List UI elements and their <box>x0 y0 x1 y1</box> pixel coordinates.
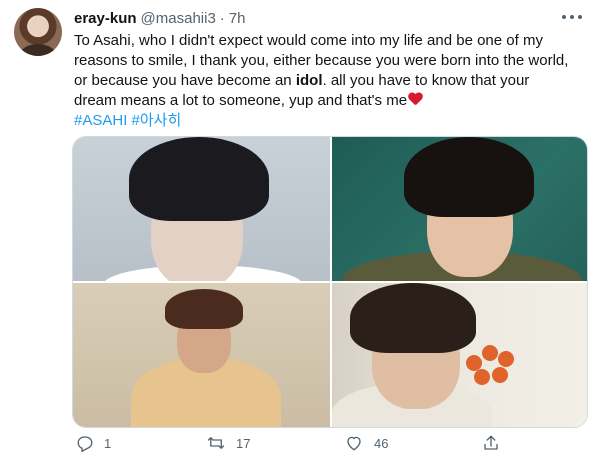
media-grid <box>72 136 588 428</box>
red-heart-emoji-icon <box>408 93 422 106</box>
retweet-button[interactable]: 17 <box>206 434 250 452</box>
avatar[interactable] <box>14 8 62 56</box>
tweet[interactable]: eray-kun @masahii3 · 7h To Asahi, who I … <box>0 0 600 461</box>
photo-1-hair <box>129 137 269 221</box>
hashtags[interactable]: #ASAHI #아사히 <box>74 111 586 131</box>
tweet-text: To Asahi, who I didn't expect would come… <box>74 31 586 131</box>
photo-4-hair <box>350 283 476 353</box>
tweet-header: eray-kun @masahii3 · 7h <box>74 8 245 28</box>
share-icon <box>484 435 498 450</box>
user-handle[interactable]: @masahii3 <box>141 10 216 27</box>
display-name[interactable]: eray-kun <box>74 10 137 27</box>
timestamp[interactable]: 7h <box>229 10 246 27</box>
separator-dot: · <box>219 9 225 27</box>
more-horizontal-icon[interactable] <box>562 10 582 24</box>
bold-word-idol: idol <box>295 72 323 89</box>
photo-3-hair <box>165 289 243 329</box>
reply-icon <box>77 436 93 452</box>
avatar-shoulders <box>20 44 56 56</box>
like-count: 46 <box>374 435 389 451</box>
tweet-text-line-2: reasons to smile, I thank you, either be… <box>74 52 569 69</box>
reply-count: 1 <box>104 435 112 451</box>
tweet-text-line-4: dream means a lot to someone, yup and th… <box>74 91 586 111</box>
photo-1[interactable] <box>73 137 330 281</box>
share-button[interactable] <box>482 434 500 452</box>
photo-2-hair <box>404 137 534 217</box>
photo-4-flowers <box>462 341 542 401</box>
tweet-text-line-3-end: . all you have to know that your <box>322 72 530 89</box>
photo-4[interactable] <box>332 283 587 427</box>
action-bar: 1 17 46 <box>72 434 512 456</box>
reply-button[interactable]: 1 <box>76 434 111 452</box>
tweet-text-line-4-text: dream means a lot to someone, yup and th… <box>74 92 408 109</box>
retweet-icon <box>207 437 225 449</box>
tweet-text-line-1: To Asahi, who I didn't expect would come… <box>74 32 543 49</box>
tweet-text-line-3-start: or because you have become an <box>74 72 296 89</box>
photo-3[interactable] <box>73 283 330 427</box>
retweet-count: 17 <box>236 435 251 451</box>
tweet-text-line-3: or because you have become an idol. all … <box>74 71 586 91</box>
like-button[interactable]: 46 <box>344 434 388 452</box>
photo-2[interactable] <box>332 137 587 281</box>
like-icon <box>347 436 361 451</box>
